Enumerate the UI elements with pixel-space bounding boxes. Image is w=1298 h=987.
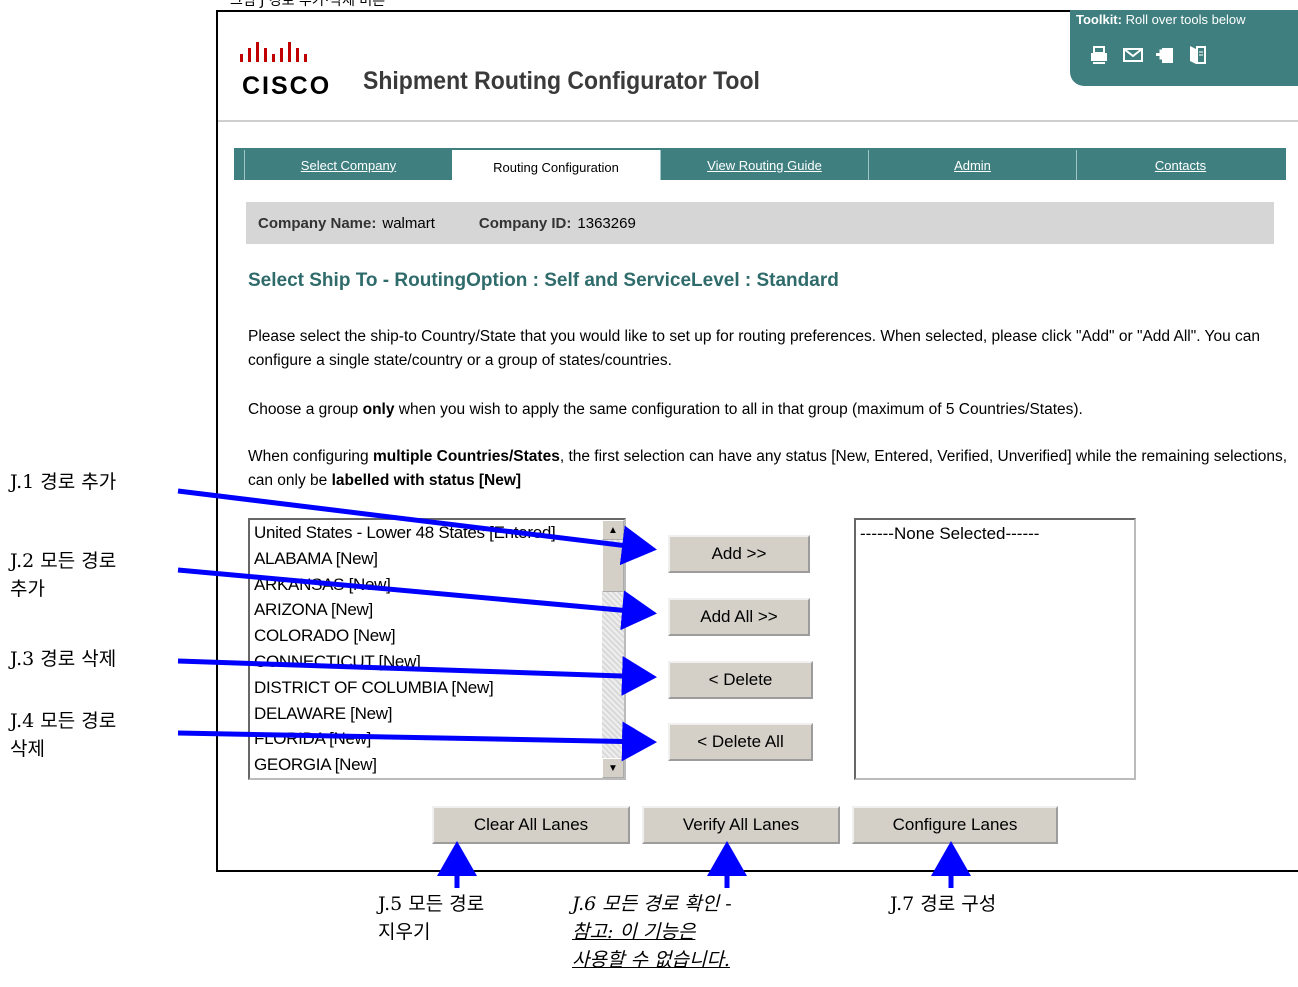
company-id-value: 1363269 — [577, 214, 636, 232]
document-icon[interactable] — [1186, 44, 1208, 66]
state-list-item[interactable]: ARIZONA [New] — [254, 597, 624, 623]
state-list-item[interactable]: United States - Lower 48 States [Entered… — [254, 520, 624, 546]
tab-select-company[interactable]: Select Company — [244, 150, 452, 180]
toolkit-label: Toolkit: Roll over tools below — [1076, 12, 1246, 27]
available-states-list[interactable]: United States - Lower 48 States [Entered… — [248, 518, 626, 780]
tab-contacts[interactable]: Contacts — [1076, 150, 1284, 180]
annotation-j4: J.4 모든 경로 삭제 — [10, 710, 117, 760]
state-list-item[interactable]: ARKANSAS [New] — [254, 572, 624, 598]
instruction-paragraph-1: Please select the ship-to Country/State … — [248, 328, 1260, 369]
annotation-j6: J.6 모든 경로 확인 - 참고: 이 기능은 사용할 수 없습니다. — [572, 893, 732, 971]
none-selected-placeholder: ------None Selected------ — [860, 524, 1040, 543]
tab-view-routing-guide[interactable]: View Routing Guide — [660, 150, 868, 180]
state-list-item[interactable]: ALABAMA [New] — [254, 546, 624, 572]
delete-all-button[interactable]: < Delete All — [668, 723, 813, 761]
delete-button[interactable]: < Delete — [668, 661, 813, 699]
add-button[interactable]: Add >> — [668, 535, 810, 573]
state-list-item[interactable]: DELAWARE [New] — [254, 701, 624, 727]
annotation-j1: J.1 경로 추가 — [10, 471, 117, 493]
tab-bar: Select Company Routing Configuration Vie… — [234, 148, 1298, 188]
add-bookmark-icon[interactable] — [1154, 44, 1176, 66]
annotation-j3: J.3 경로 삭제 — [10, 648, 117, 670]
annotation-j5: J.5 모든 경로 지우기 — [378, 893, 485, 943]
header-divider — [218, 120, 1298, 122]
scrollbar-thumb[interactable] — [602, 542, 624, 592]
toolkit-panel: Toolkit: Roll over tools below — [1070, 10, 1298, 86]
clear-all-lanes-button[interactable]: Clear All Lanes — [432, 806, 630, 844]
tab-admin[interactable]: Admin — [868, 150, 1076, 180]
section-title: Select Ship To - RoutingOption : Self an… — [248, 270, 839, 291]
state-list-item[interactable]: DISTRICT OF COLUMBIA [New] — [254, 675, 624, 701]
state-list-item[interactable]: COLORADO [New] — [254, 623, 624, 649]
available-states-items: United States - Lower 48 States [Entered… — [250, 520, 624, 778]
company-name-value: walmart — [382, 214, 435, 232]
instruction-paragraph-2: Choose a group only when you wish to app… — [248, 401, 1083, 418]
state-list-item[interactable]: CONNECTICUT [New] — [254, 649, 624, 675]
list-scrollbar[interactable]: ▲ ▼ — [602, 520, 624, 778]
company-info-bar: Company Name: walmart Company ID: 136326… — [246, 202, 1274, 244]
cropped-caption: 그림 J 경로 추가·삭제 버튼 — [230, 0, 386, 8]
state-list-item[interactable]: GEORGIA [New] — [254, 752, 624, 778]
verify-all-lanes-button[interactable]: Verify All Lanes — [642, 806, 840, 844]
print-icon[interactable] — [1088, 44, 1110, 66]
selected-states-list[interactable]: ------None Selected------ — [854, 518, 1136, 780]
company-name-label: Company Name: — [258, 214, 377, 232]
cisco-bars-icon — [240, 42, 307, 62]
annotation-j2: J.2 모든 경로 추가 — [10, 550, 117, 600]
instruction-paragraph-3: When configuring multiple Countries/Stat… — [248, 448, 1287, 489]
logo-wordmark: CISCO — [242, 72, 332, 100]
configure-lanes-button[interactable]: Configure Lanes — [852, 806, 1058, 844]
app-title: Shipment Routing Configurator Tool — [363, 67, 760, 95]
add-all-button[interactable]: Add All >> — [668, 598, 810, 636]
annotation-j7: J.7 경로 구성 — [890, 893, 997, 915]
mail-icon[interactable] — [1122, 44, 1144, 66]
scroll-up-icon[interactable]: ▲ — [602, 520, 624, 540]
state-list-item[interactable]: FLORIDA [New] — [254, 726, 624, 752]
scroll-down-icon[interactable]: ▼ — [602, 758, 624, 778]
company-id-label: Company ID: — [478, 214, 572, 232]
screenshot-frame: CISCO Shipment Routing Configurator Tool… — [216, 10, 1298, 872]
tab-routing-configuration[interactable]: Routing Configuration — [452, 150, 660, 184]
